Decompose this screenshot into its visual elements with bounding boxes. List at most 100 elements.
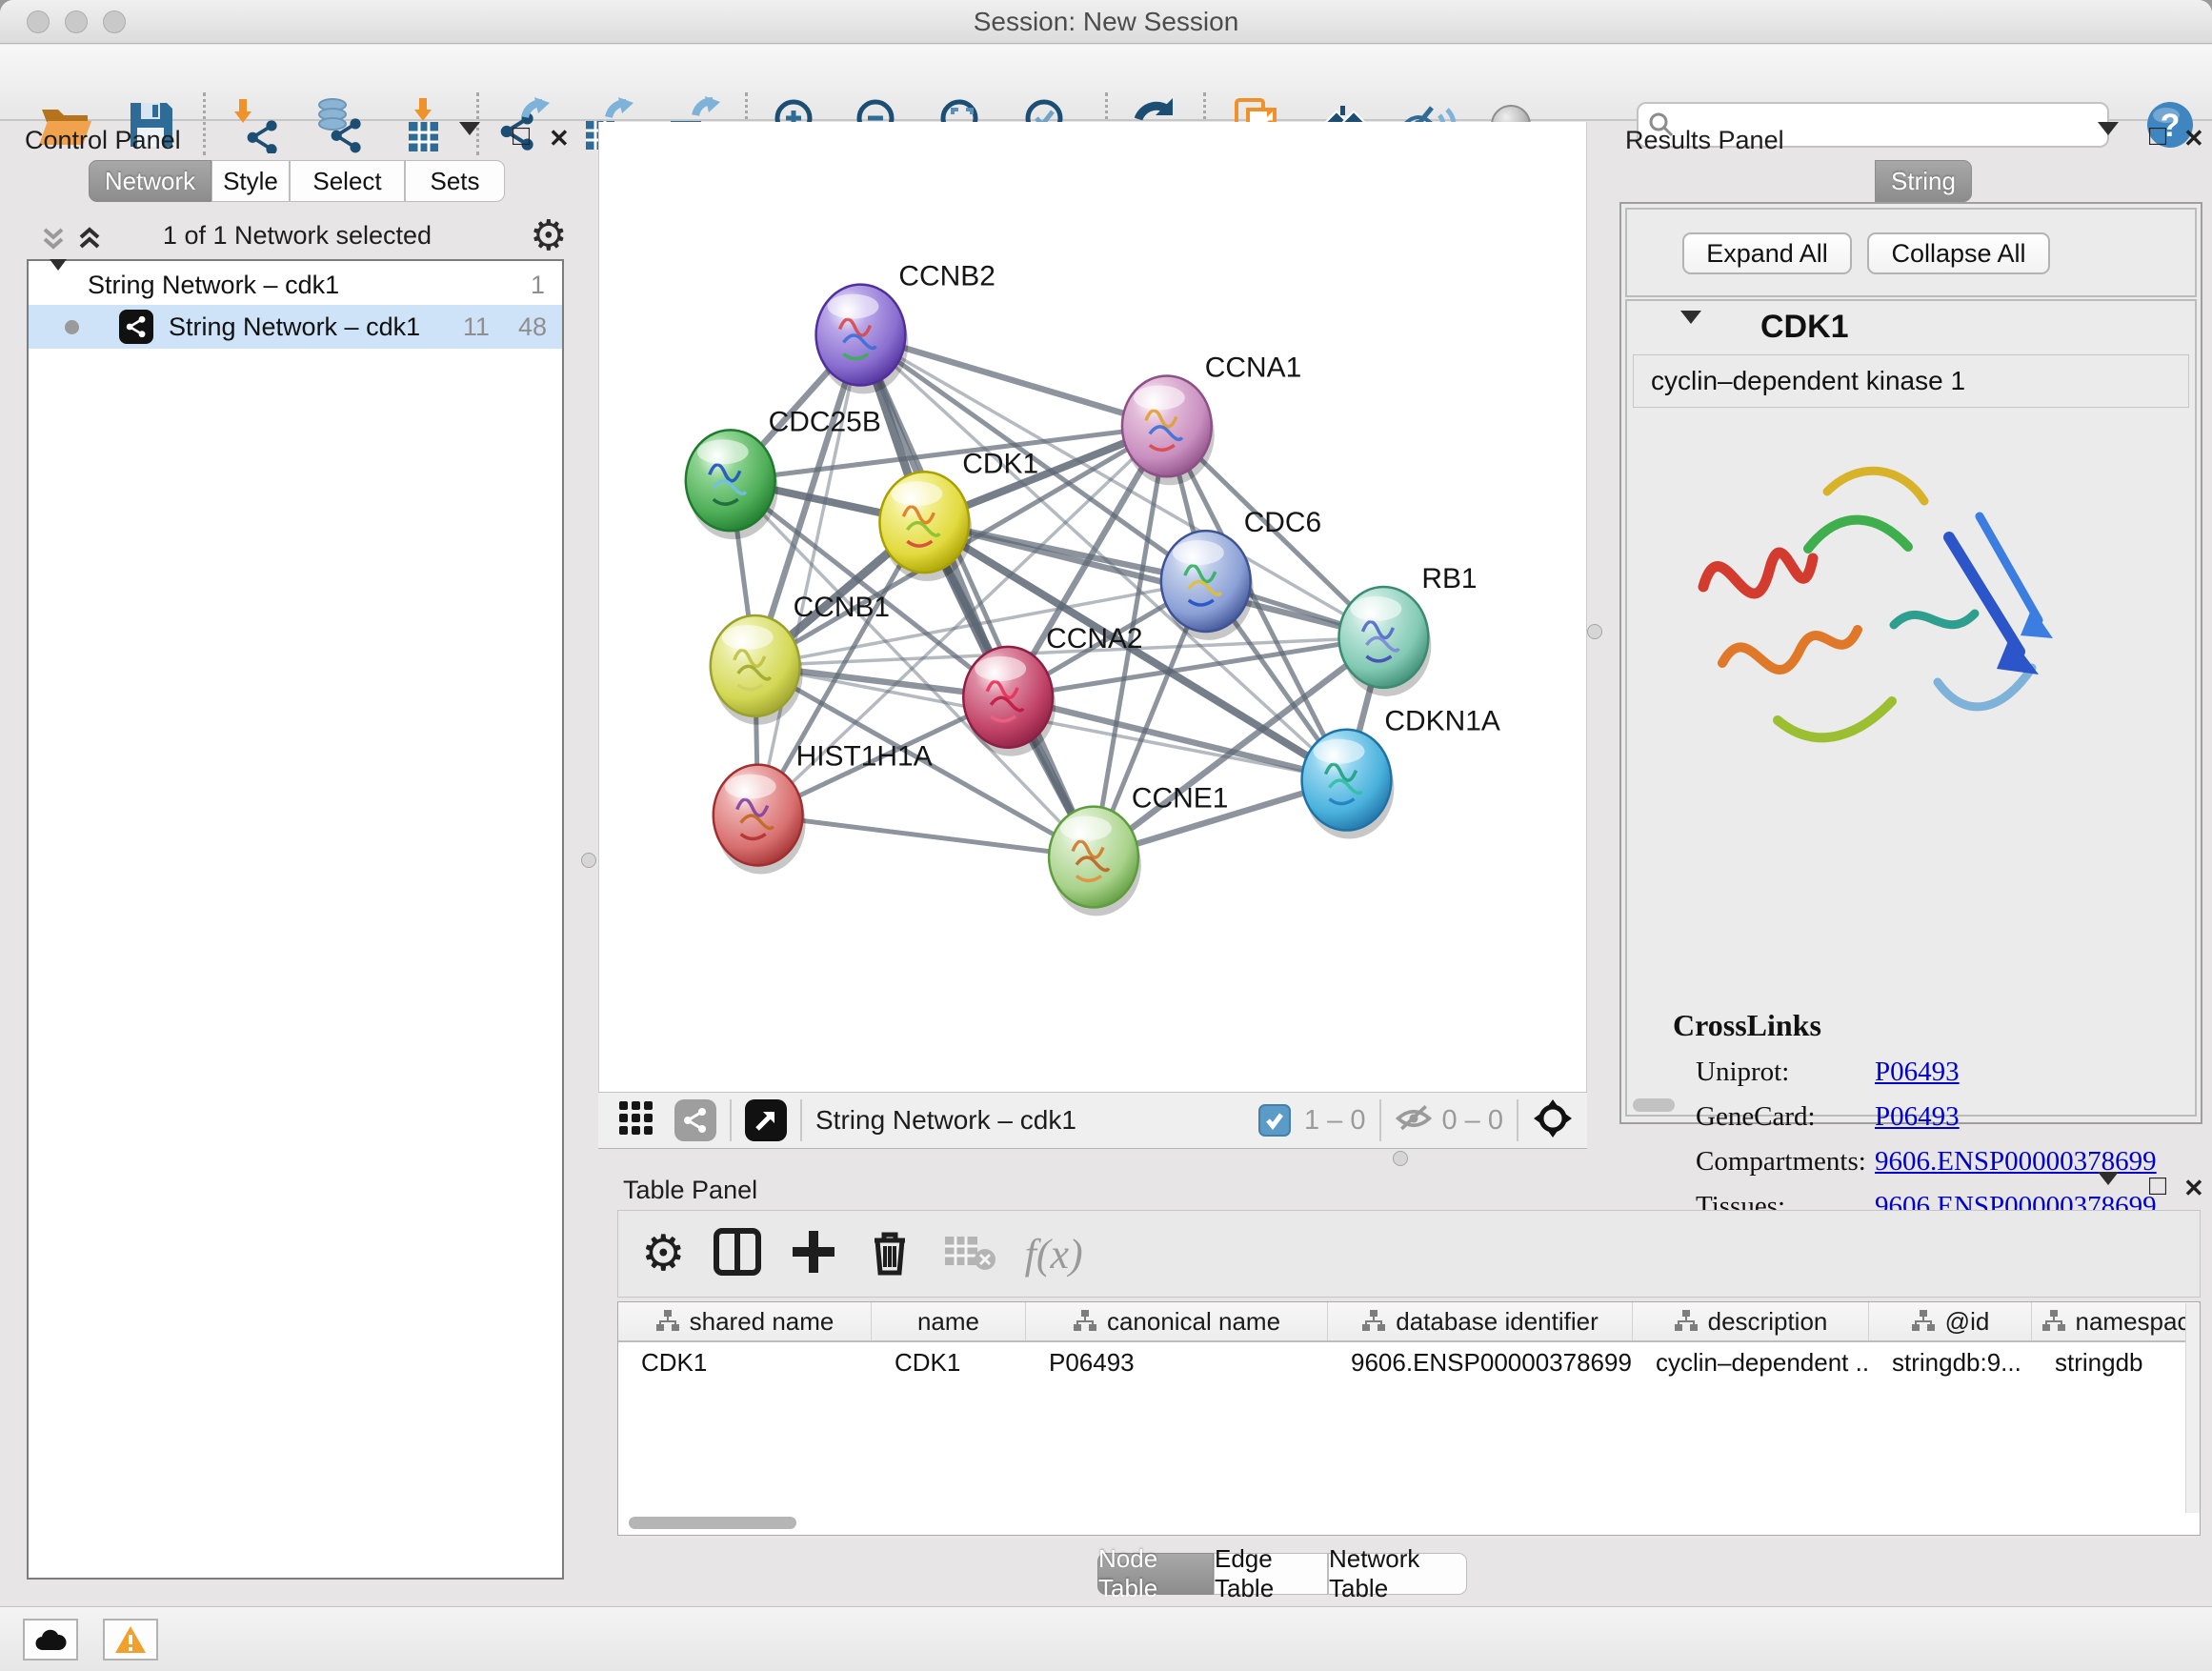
table-cell[interactable]: CDK1: [872, 1342, 1026, 1382]
control-panel-close-icon[interactable]: ✕: [549, 124, 570, 152]
tab-node-table[interactable]: Node Table: [1097, 1553, 1214, 1595]
column-header-name[interactable]: name: [872, 1302, 1026, 1340]
results-panel-close-icon[interactable]: ✕: [2183, 124, 2204, 152]
crosslinks-title: CrossLinks: [1673, 1008, 1821, 1043]
tab-network[interactable]: Network: [89, 160, 211, 202]
shared-column-tree-icon: [1674, 1309, 1699, 1334]
network-edge-CCNB2-CCNE1[interactable]: [860, 335, 1094, 857]
network-node-HIST1H1A[interactable]: HIST1H1A: [714, 741, 933, 875]
tab-style[interactable]: Style: [211, 160, 290, 202]
network-node-CDKN1A[interactable]: CDKN1A: [1302, 706, 1500, 839]
tree-disclosure-icon[interactable]: [50, 271, 67, 300]
node-label-CDK1: CDK1: [962, 448, 1038, 479]
expand-all-button[interactable]: Expand All: [1682, 232, 1852, 274]
close-window-button[interactable]: [27, 10, 50, 33]
network-node-CCNE1[interactable]: CCNE1: [1049, 783, 1228, 916]
crosslink-row: GeneCard:P06493: [1696, 1095, 2191, 1139]
table-cell[interactable]: P06493: [1026, 1342, 1328, 1382]
tab-network-table[interactable]: Network Table: [1328, 1553, 1467, 1595]
tab-edge-table[interactable]: Edge Table: [1214, 1553, 1328, 1595]
column-header-label: @id: [1945, 1307, 1990, 1337]
node-label-RB1: RB1: [1421, 563, 1477, 594]
table-cell[interactable]: stringdb:9...: [1869, 1342, 2032, 1382]
table-cell[interactable]: stringdb: [2032, 1342, 2200, 1382]
shared-column-tree-icon: [1911, 1309, 1936, 1334]
edge-count: 48: [518, 312, 547, 342]
maximize-window-button[interactable]: [103, 10, 126, 33]
gene-disclosure-icon[interactable]: [1680, 324, 1701, 341]
results-scrollbar-thumb[interactable]: [1633, 1098, 1675, 1112]
horizontal-splitter-handle[interactable]: [1393, 1151, 1408, 1166]
table-panel-close-icon[interactable]: ✕: [2183, 1174, 2204, 1202]
table-cell[interactable]: CDK1: [618, 1342, 872, 1382]
network-edge-HIST1H1A-CCNE1[interactable]: [758, 815, 1094, 857]
table-options-gear-icon[interactable]: ⚙: [641, 1229, 686, 1278]
tab-sets[interactable]: Sets: [405, 160, 505, 202]
network-node-CCNA1[interactable]: CCNA1: [1122, 352, 1301, 485]
results-panel-header: Results Panel □ ✕: [1610, 124, 2212, 162]
cloud-icon: [33, 1627, 68, 1652]
tab-select[interactable]: Select: [290, 160, 405, 202]
column-header-database-identifier[interactable]: database identifier: [1328, 1302, 1633, 1340]
crosslink-label: Uniprot:: [1696, 1057, 1875, 1088]
network-tree-child-row[interactable]: String Network – cdk1 11 48: [29, 305, 562, 349]
control-panel-tabs: Network Style Select Sets: [89, 160, 505, 202]
cloud-button[interactable]: [23, 1619, 78, 1661]
warning-button[interactable]: [103, 1619, 158, 1661]
crosslink-row: Uniprot:P06493: [1696, 1050, 2191, 1095]
crosslink-link[interactable]: P06493: [1875, 1057, 1960, 1088]
table-vscrollbar-track[interactable]: [2185, 1303, 2200, 1513]
results-panel-float-icon[interactable]: □: [2149, 122, 2166, 151]
column-header-label: name: [917, 1307, 979, 1337]
results-panel-collapse-icon[interactable]: [2098, 135, 2119, 152]
crosslink-link[interactable]: P06493: [1875, 1101, 1960, 1133]
network-options-gear-icon[interactable]: ⚙: [530, 211, 567, 260]
network-share-view-icon[interactable]: [674, 1099, 716, 1141]
function-builder-icon[interactable]: f(x): [1025, 1230, 1083, 1278]
network-node-RB1[interactable]: RB1: [1339, 563, 1478, 696]
table-hscrollbar-thumb[interactable]: [629, 1517, 796, 1529]
grid-view-icon[interactable]: [617, 1099, 655, 1142]
shared-column-tree-icon: [655, 1309, 680, 1334]
delete-column-icon[interactable]: [865, 1227, 915, 1281]
column-header-namespac[interactable]: namespac: [2032, 1302, 2200, 1340]
node-table: shared name name canonical namedatabase id…: [617, 1301, 2201, 1536]
collapse-all-networks-icon[interactable]: [36, 221, 70, 260]
delete-table-icon[interactable]: [943, 1231, 996, 1278]
right-splitter-handle[interactable]: [1587, 624, 1602, 639]
control-panel-float-icon[interactable]: □: [513, 122, 530, 151]
tab-string[interactable]: String: [1875, 160, 1972, 202]
create-column-icon[interactable]: [789, 1227, 838, 1281]
network-collection-label: String Network – cdk1: [88, 271, 339, 300]
table-header-row: shared name name canonical namedatabase id…: [618, 1302, 2200, 1342]
column-header-canonical-name[interactable]: canonical name: [1026, 1302, 1328, 1340]
birds-eye-view-icon[interactable]: [745, 1099, 787, 1141]
title-bar: Session: New Session: [0, 0, 2212, 44]
table-cell[interactable]: 9606.ENSP00000378699: [1328, 1342, 1633, 1382]
fit-content-crosshair-icon[interactable]: [1532, 1097, 1574, 1144]
column-header-@id[interactable]: @id: [1869, 1302, 2032, 1340]
expand-all-networks-icon[interactable]: [72, 221, 107, 260]
show-columns-icon[interactable]: [713, 1227, 762, 1281]
table-tabs: Node Table Edge Table Network Table: [1097, 1553, 1467, 1595]
left-splitter-handle[interactable]: [581, 853, 596, 868]
table-cell[interactable]: cyclin–dependent ...: [1633, 1342, 1869, 1382]
collapse-all-button[interactable]: Collapse All: [1867, 232, 2050, 274]
table-panel-collapse-icon[interactable]: [2098, 1185, 2119, 1202]
column-header-shared-name[interactable]: shared name: [618, 1302, 872, 1340]
table-row[interactable]: CDK1CDK1P064939606.ENSP00000378699cyclin…: [618, 1342, 2200, 1382]
warning-icon: [114, 1625, 147, 1654]
table-panel-float-icon[interactable]: □: [2149, 1172, 2166, 1200]
control-panel-title: Control Panel: [25, 126, 181, 155]
selected-checkbox[interactable]: [1258, 1104, 1291, 1137]
minimize-window-button[interactable]: [65, 10, 88, 33]
network-node-CDC6[interactable]: CDC6: [1161, 507, 1321, 640]
node-count: 11: [463, 312, 490, 342]
network-canvas[interactable]: CCNB2CCNA1CDC25BCDK1CDC6RB1CCNB1CCNA2CDK…: [598, 122, 1587, 1092]
column-header-description[interactable]: description: [1633, 1302, 1869, 1340]
network-selection-summary: 1 of 1 Network selected: [135, 221, 459, 251]
node-label-CCNB1: CCNB1: [794, 592, 890, 623]
control-panel-collapse-icon[interactable]: [459, 135, 480, 152]
network-tree-root-row[interactable]: String Network – cdk1 1: [29, 265, 562, 305]
network-node-CCNB1[interactable]: CCNB1: [711, 592, 890, 725]
